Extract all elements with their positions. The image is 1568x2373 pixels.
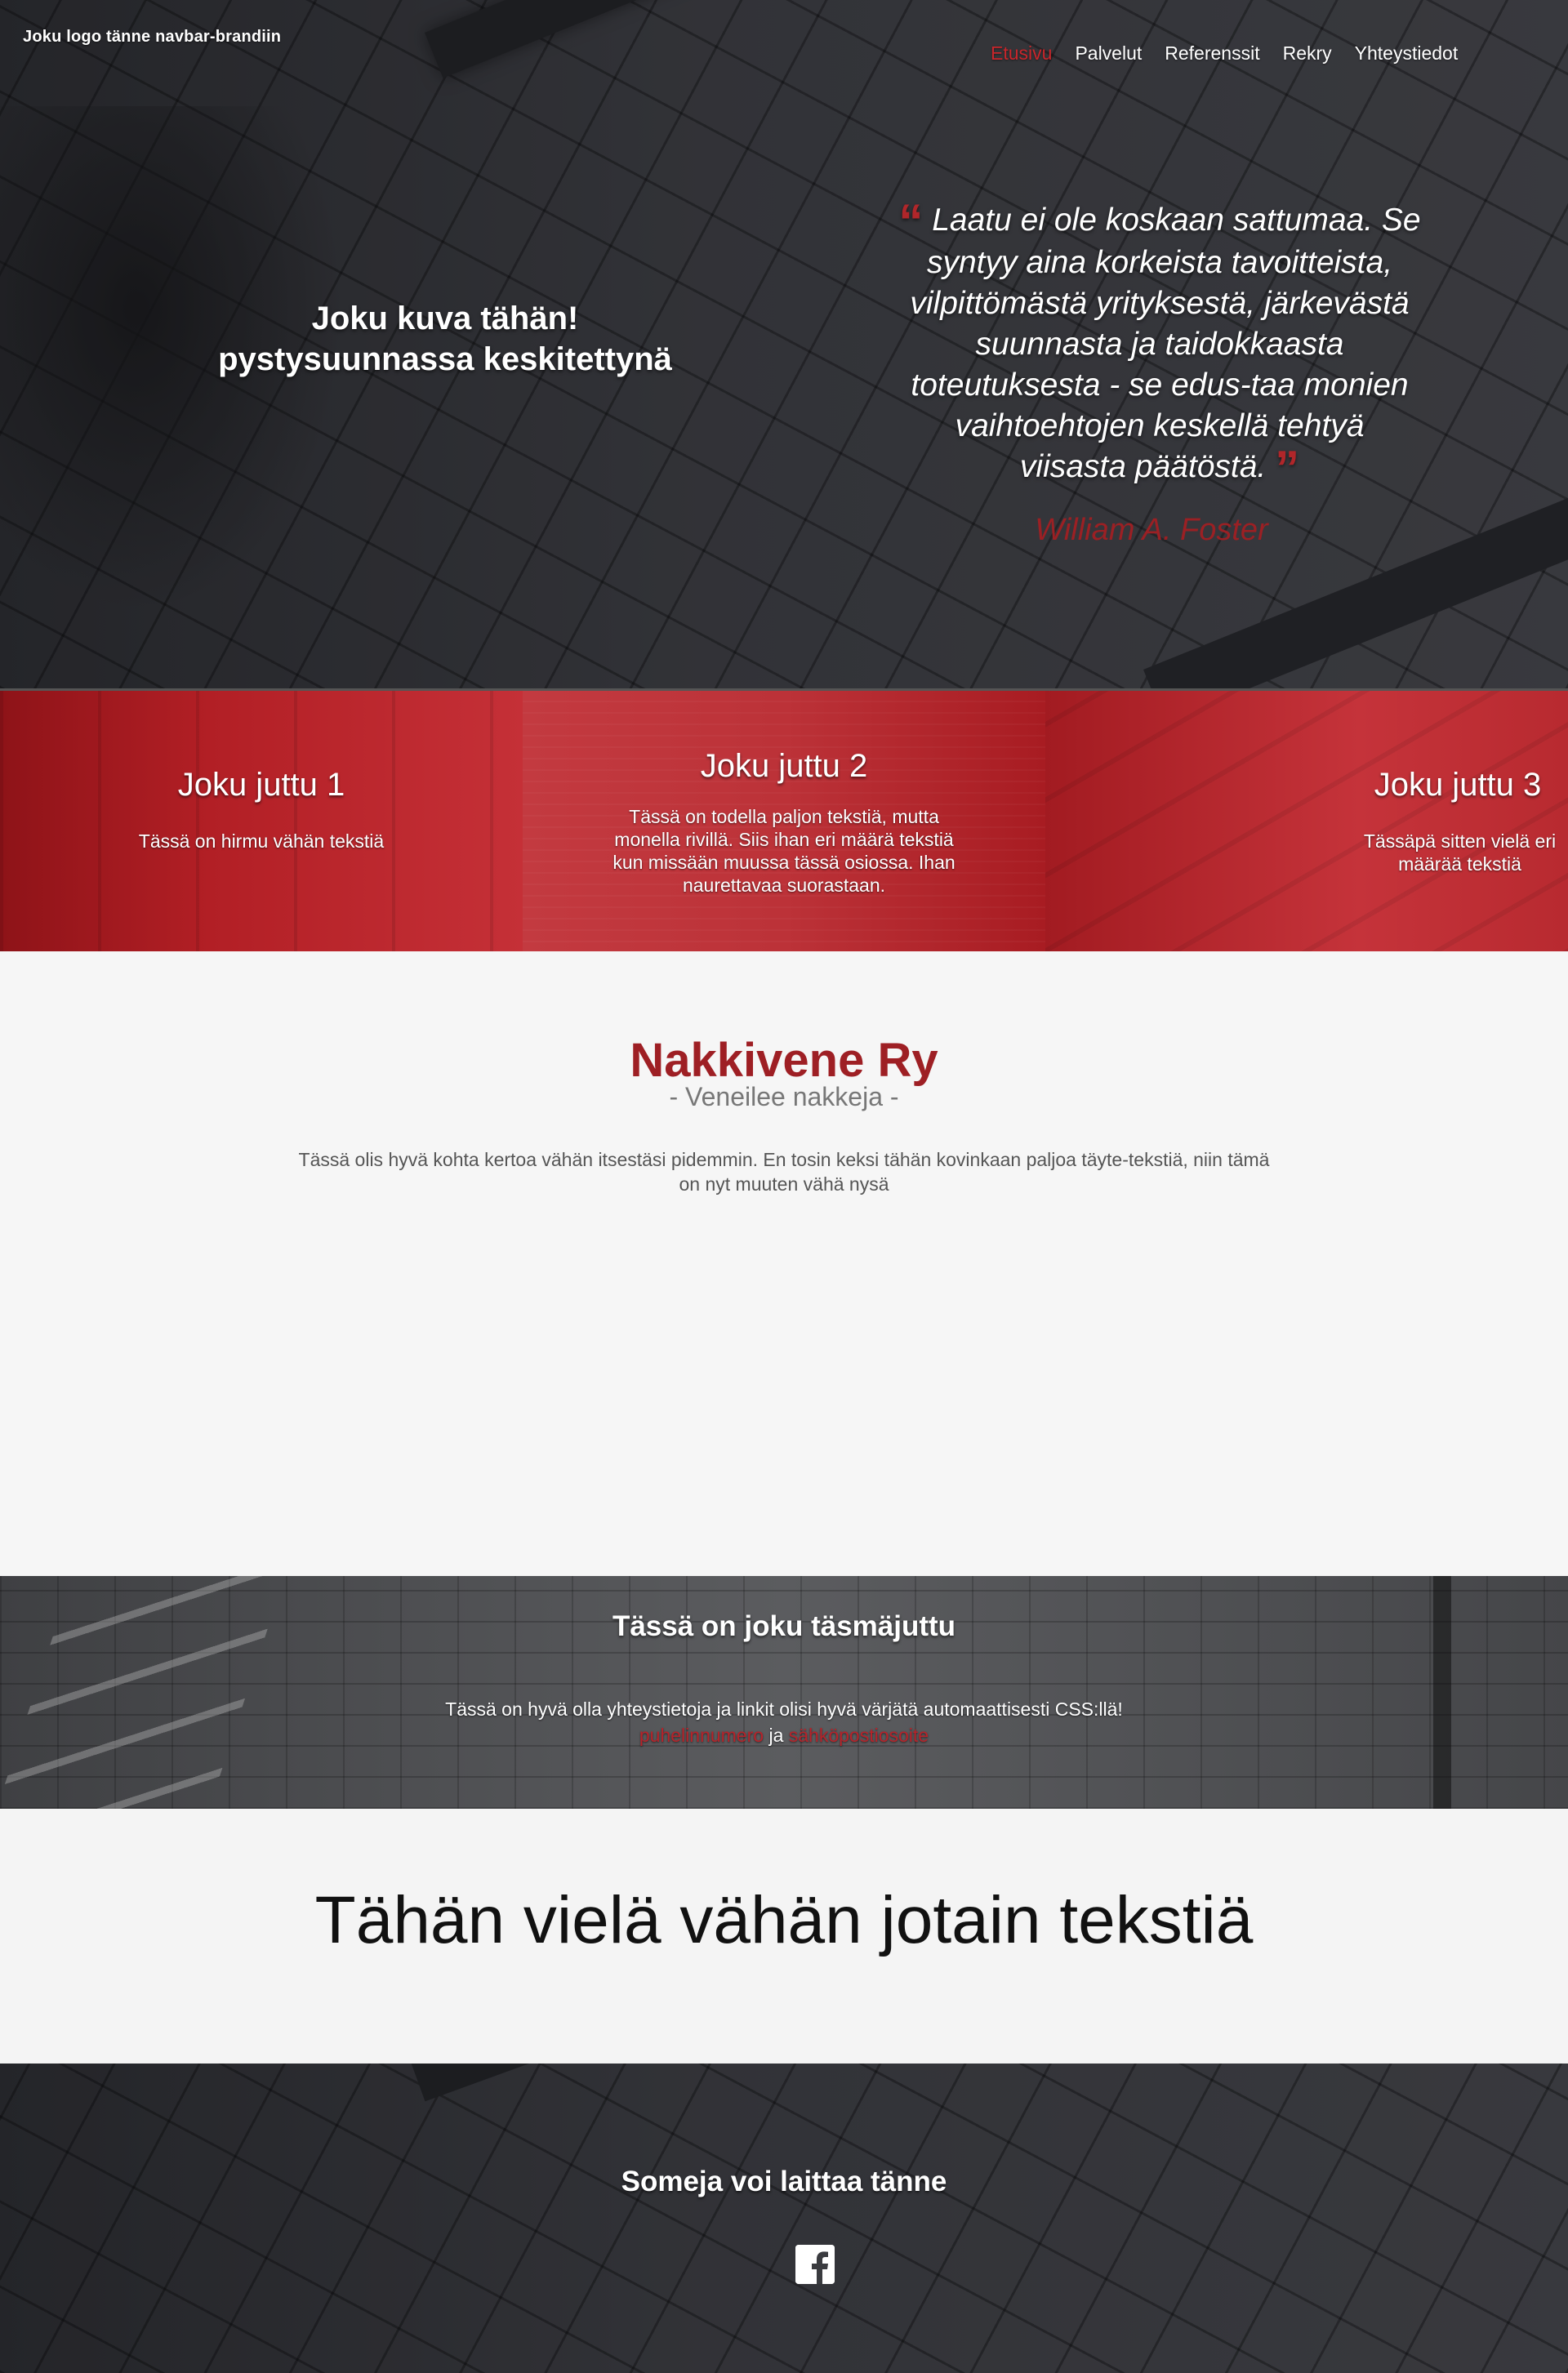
about-text: Tässä olis hyvä kohta kertoa vähän itses… <box>298 1149 1270 1195</box>
about-subtitle: - Veneilee nakkeja - <box>669 1082 899 1111</box>
nav-item-palvelut[interactable]: Palvelut <box>1075 42 1142 65</box>
contact-and: ja <box>768 1725 784 1746</box>
feature-text: Tässä on hirmu vähän tekstiä <box>138 830 385 852</box>
about-title: Nakkivene Ry <box>630 1034 938 1087</box>
navbar-brand[interactable]: Joku logo tänne navbar-brandiin <box>23 28 281 47</box>
main-nav: Etusivu Palvelut Referenssit Rekry Yhtey… <box>991 42 1481 65</box>
hero-caption-line1: Joku kuva tähän! <box>311 301 579 336</box>
feature-text: Tässäpä sitten vielä eri määrää tekstiä <box>1363 830 1557 875</box>
footer-title: Someja voi laittaa tänne <box>621 2166 947 2197</box>
contact-title: Tässä on joku täsmäjuttu <box>612 1610 956 1642</box>
nav-item-rekry[interactable]: Rekry <box>1283 42 1332 65</box>
tagline-text: Tähän vielä vähän jotain tekstiä <box>314 1883 1254 1957</box>
facebook-icon[interactable] <box>795 2245 835 2284</box>
feature-card-2: Joku juttu 2 Tässä on todella paljon tek… <box>523 691 1045 954</box>
quote-text: Laatu ei ole koskaan sattumaa. Se syntyy… <box>910 203 1421 484</box>
hero-caption: Joku kuva tähän! pystysuunnassa keskitet… <box>163 298 727 380</box>
hero-quote: “ Laatu ei ole koskaan sattumaa. Se synt… <box>898 198 1421 493</box>
feature-text: Tässä on todella paljon tekstiä, mutta m… <box>612 806 956 896</box>
quote-author: William A. Foster <box>1035 513 1268 547</box>
feature-title: Joku juttu 3 <box>1374 767 1542 803</box>
email-link[interactable]: sähköpostiosoite <box>789 1725 929 1746</box>
feature-card-3: Joku juttu 3 Tässäpä sitten vielä eri mä… <box>1045 691 1568 954</box>
close-quote-icon: ” <box>1275 441 1300 496</box>
nav-item-yhteystiedot[interactable]: Yhteystiedot <box>1355 42 1459 65</box>
contact-text: Tässä on hyvä olla yhteystietoja ja link… <box>0 1696 1568 1748</box>
about-section: Nakkivene Ry - Veneilee nakkeja - Tässä … <box>0 951 1568 1576</box>
footer-section: Someja voi laittaa tänne <box>0 2064 1568 2373</box>
contact-section: Tässä on joku täsmäjuttu Tässä on hyvä o… <box>0 1576 1568 1809</box>
phone-link[interactable]: puhelinnumero <box>639 1725 764 1746</box>
nav-item-etusivu[interactable]: Etusivu <box>991 42 1052 65</box>
nav-item-referenssit[interactable]: Referenssit <box>1165 42 1259 65</box>
tagline-section: Tähän vielä vähän jotain tekstiä <box>0 1809 1568 2064</box>
features-section: Joku juttu 1 Tässä on hirmu vähän teksti… <box>0 688 1568 954</box>
feature-title: Joku juttu 2 <box>700 748 868 784</box>
open-quote-icon: “ <box>898 194 924 249</box>
contact-description: Tässä on hyvä olla yhteystietoja ja link… <box>445 1698 1123 1720</box>
feature-title: Joku juttu 1 <box>177 767 345 803</box>
hero-section: Joku logo tänne navbar-brandiin Etusivu … <box>0 0 1568 688</box>
hero-caption-line2: pystysuunnassa keskitettynä <box>218 341 672 377</box>
feature-card-1: Joku juttu 1 Tässä on hirmu vähän teksti… <box>0 691 523 954</box>
